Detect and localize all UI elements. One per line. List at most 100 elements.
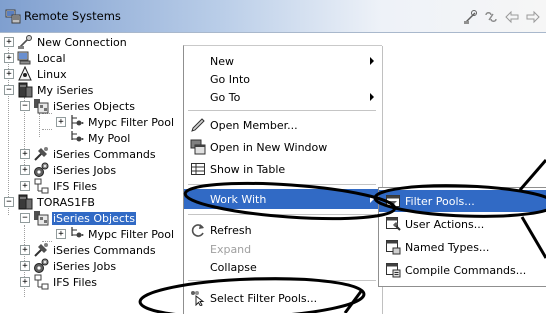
expand-toggle[interactable]: + — [20, 245, 30, 255]
menu-separator — [188, 184, 376, 185]
expand-toggle[interactable]: + — [20, 165, 30, 175]
menu-item-label: Refresh — [210, 223, 252, 237]
menu-item-open-new-window[interactable]: Open in New Window — [184, 137, 382, 157]
menu-item-work-with[interactable]: Work With — [184, 189, 382, 209]
tree-item-label: iSeries Objects — [53, 99, 135, 113]
collapse-toggle[interactable]: − — [20, 101, 30, 111]
tree-connector — [8, 39, 9, 215]
tree-item-iseries-objects[interactable]: iSeries Objects — [33, 98, 136, 114]
collapse-toggle[interactable]: − — [4, 197, 14, 207]
submenu-item-label: User Actions... — [405, 217, 485, 231]
tree-item-mypc-filter-pool[interactable]: Mypc Filter Pool — [68, 114, 175, 130]
menu-item-go-to[interactable]: Go To — [184, 87, 382, 107]
select-filter-pools-icon — [191, 291, 205, 306]
menu-separator — [188, 214, 376, 215]
tree-item-iseries-commands[interactable]: iSeries Commands — [33, 242, 157, 258]
menu-item-select-filter-pools[interactable]: Select Filter Pools... — [184, 288, 382, 308]
iseries-objects-icon — [34, 211, 49, 226]
jobs-icon — [34, 258, 49, 273]
remote-systems-tree: + New Connection + Local + Linux − My iS… — [0, 34, 185, 313]
tree-item-label: iSeries Commands — [53, 243, 156, 257]
tree-item-iseries-commands[interactable]: iSeries Commands — [33, 146, 157, 162]
filter-pool-icon — [71, 115, 84, 129]
tree-item-label: IFS Files — [53, 179, 97, 193]
tree-item-label: New Connection — [37, 35, 127, 49]
tree-item-label: My iSeries — [37, 83, 94, 97]
menu-item-label: Expand — [210, 242, 252, 256]
tree-item-linux[interactable]: Linux — [17, 66, 68, 82]
expand-toggle[interactable]: + — [4, 37, 14, 47]
tree-item-ifs-files[interactable]: IFS Files — [33, 178, 98, 194]
local-system-icon — [17, 51, 31, 65]
view-title-bar: Remote Systems — [0, 0, 546, 33]
expand-toggle[interactable]: + — [20, 149, 30, 159]
expand-toggle[interactable]: + — [56, 117, 66, 127]
expand-toggle[interactable]: + — [20, 277, 30, 287]
tree-item-new-connection[interactable]: New Connection — [17, 34, 128, 50]
tree-item-my-pool[interactable]: My Pool — [68, 130, 131, 146]
filter-pools-icon — [386, 195, 400, 207]
menu-item-label: Open Member... — [210, 118, 298, 132]
submenu-arrow-icon — [370, 93, 374, 101]
menu-item-label: Show in Table — [210, 162, 286, 176]
new-window-icon — [190, 139, 206, 155]
menu-item-new[interactable]: New — [184, 51, 382, 71]
forward-icon[interactable] — [525, 9, 541, 25]
menu-item-show-in-table[interactable]: Show in Table — [184, 159, 382, 179]
tree-item-label: My Pool — [88, 131, 131, 145]
tree-item-iseries-objects-selected[interactable]: iSeries Objects — [33, 210, 136, 226]
menu-separator — [188, 280, 376, 281]
context-menu: New Go Into Go To Open Member... Open in… — [183, 45, 382, 314]
menu-item-label: Work With — [210, 192, 267, 206]
expand-toggle[interactable]: + — [4, 53, 14, 63]
jobs-icon — [34, 162, 49, 177]
expand-toggle[interactable]: + — [56, 229, 66, 239]
view-title: Remote Systems — [24, 9, 121, 23]
tree-item-label: iSeries Commands — [53, 147, 156, 161]
ifs-files-icon — [34, 178, 49, 194]
menu-item-label: Go To — [210, 90, 241, 104]
expand-toggle[interactable]: + — [20, 261, 30, 271]
submenu-item-label: Compile Commands... — [405, 263, 527, 277]
menu-item-go-into[interactable]: Go Into — [184, 69, 382, 89]
collapse-toggle[interactable]: − — [20, 213, 30, 223]
menu-item-label: Open in New Window — [210, 140, 328, 154]
user-actions-icon — [386, 217, 401, 231]
collapse-toggle[interactable]: − — [4, 85, 14, 95]
menu-item-label: Collapse — [210, 260, 257, 274]
named-types-icon — [386, 240, 401, 255]
menu-item-label: New — [210, 54, 234, 68]
back-icon[interactable] — [504, 9, 520, 25]
menu-item-label: Go Into — [210, 72, 251, 86]
pencil-icon — [191, 118, 205, 132]
refresh-icon — [191, 224, 204, 237]
tree-connector — [39, 113, 40, 137]
tree-item-toras1fb[interactable]: TORAS1FB — [17, 194, 96, 210]
tree-item-local[interactable]: Local — [17, 50, 67, 66]
tree-item-iseries-jobs[interactable]: iSeries Jobs — [33, 162, 117, 178]
submenu-item-user-actions[interactable]: User Actions... — [379, 213, 546, 235]
tree-item-my-iseries[interactable]: My iSeries — [17, 82, 94, 98]
submenu-item-named-types[interactable]: Named Types... — [379, 236, 546, 258]
tree-item-label-selected: iSeries Objects — [52, 211, 136, 225]
tree-item-label: Mypc Filter Pool — [88, 227, 175, 241]
menu-item-refresh[interactable]: Refresh — [184, 220, 382, 240]
iseries-objects-icon — [34, 99, 49, 114]
menu-item-label: Select Filter Pools... — [210, 291, 318, 305]
link-with-editor-icon[interactable] — [483, 9, 499, 25]
submenu-item-filter-pools[interactable]: Filter Pools... — [379, 190, 546, 212]
annotation-stroke — [518, 159, 546, 191]
tree-item-label: iSeries Jobs — [53, 163, 117, 177]
expand-toggle[interactable]: + — [20, 181, 30, 191]
tree-item-iseries-jobs[interactable]: iSeries Jobs — [33, 258, 117, 274]
expand-toggle[interactable]: + — [4, 69, 14, 79]
tree-item-label: Mypc Filter Pool — [88, 115, 175, 129]
submenu-item-compile-commands[interactable]: Compile Commands... — [379, 259, 546, 281]
remote-systems-view: Remote Systems + New Connection + Local … — [0, 0, 546, 314]
menu-item-collapse[interactable]: Collapse — [184, 257, 382, 277]
menu-item-open-member[interactable]: Open Member... — [184, 115, 382, 135]
tree-item-ifs-files[interactable]: IFS Files — [33, 274, 98, 290]
commands-icon — [34, 243, 48, 257]
new-connection-icon[interactable] — [462, 9, 478, 25]
tree-item-mypc-filter-pool[interactable]: Mypc Filter Pool — [68, 226, 175, 242]
